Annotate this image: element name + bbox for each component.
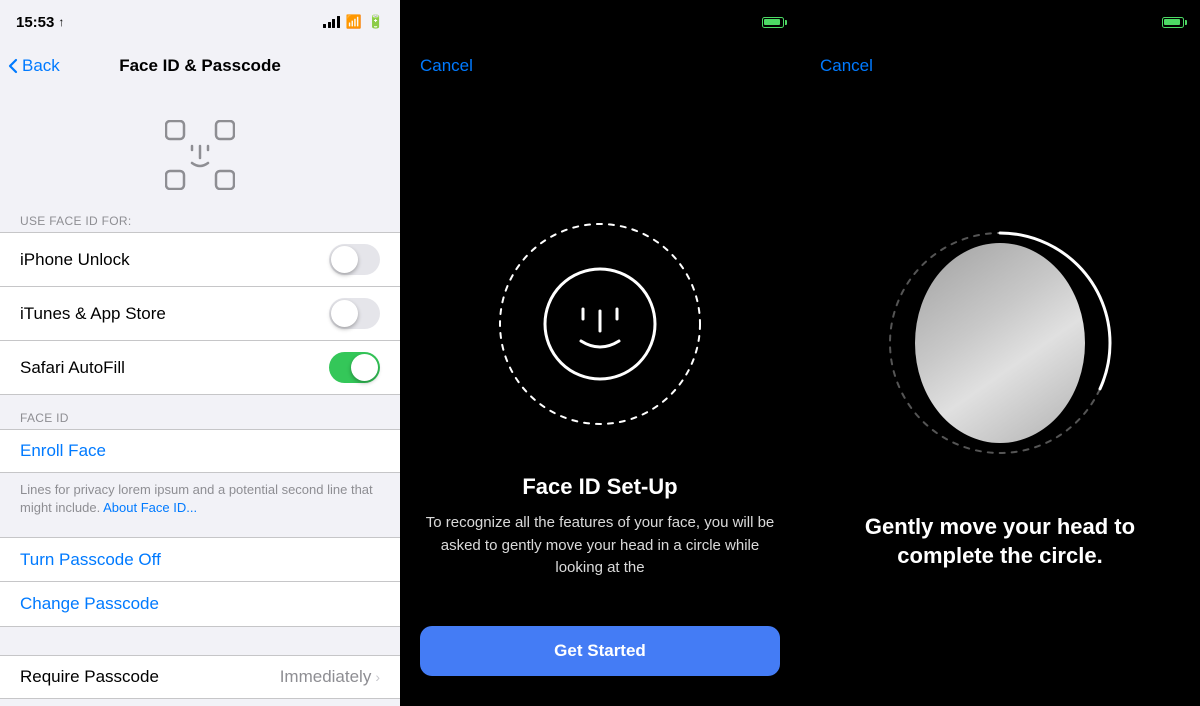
back-label: Back	[22, 56, 60, 76]
scan-body: Gently move your head to complete the ci…	[800, 88, 1200, 706]
setup-description: To recognize all the features of your fa…	[420, 512, 780, 580]
back-button[interactable]: Back	[8, 56, 60, 76]
status-time: 15:53	[16, 14, 54, 31]
scan-panel: Cancel Gently move your head to complete…	[800, 0, 1200, 706]
chevron-left-icon	[8, 58, 18, 74]
face-oval	[915, 243, 1085, 443]
scan-oval-graphic	[880, 223, 1120, 463]
dark-status-bar	[400, 0, 800, 44]
settings-panel: 15:53 ↑ 📶 🔋 Back Face ID & Passcode	[0, 0, 400, 706]
enroll-face-label[interactable]: Enroll Face	[20, 441, 106, 461]
setup-nav: Cancel	[400, 44, 800, 88]
scan-nav: Cancel	[800, 44, 1200, 88]
change-passcode-label[interactable]: Change Passcode	[20, 594, 159, 614]
status-bar: 15:53 ↑ 📶 🔋	[0, 0, 400, 44]
setup-title: Face ID Set-Up	[522, 474, 677, 500]
battery-icon: 🔋	[368, 14, 384, 30]
face-icon-svg	[535, 259, 665, 389]
face-id-icon-section	[0, 96, 400, 206]
iphone-unlock-row: iPhone Unlock	[0, 233, 400, 287]
require-passcode-row[interactable]: Require Passcode Immediately ›	[0, 655, 400, 699]
setup-panel: Cancel Face ID Set-Up To recognize all t…	[400, 0, 800, 706]
passcode-links-group: Turn Passcode Off Change Passcode	[0, 537, 400, 627]
scan-status-bar	[800, 0, 1200, 44]
use-face-id-label: USE FACE ID FOR:	[0, 206, 400, 232]
itunes-appstore-label: iTunes & App Store	[20, 304, 166, 324]
battery-fill	[764, 19, 780, 25]
passcode-value: Immediately ›	[280, 667, 380, 687]
use-face-id-section: USE FACE ID FOR: iPhone Unlock iTunes & …	[0, 206, 400, 395]
location-icon: ↑	[58, 15, 64, 29]
scan-instruction: Gently move your head to complete the ci…	[820, 513, 1180, 570]
toggle-thumb	[351, 354, 378, 381]
battery-tip	[1185, 20, 1188, 25]
safari-autofill-row: Safari AutoFill	[0, 341, 400, 394]
face-id-icon	[165, 120, 235, 190]
get-started-button[interactable]: Get Started	[420, 626, 780, 676]
status-icons: 📶 🔋	[323, 14, 384, 30]
face-id-section: FACE ID Enroll Face Lines for privacy lo…	[0, 403, 400, 529]
toggle-group: iPhone Unlock iTunes & App Store Safari …	[0, 232, 400, 395]
signal-icon	[323, 16, 340, 28]
itunes-appstore-row: iTunes & App Store	[0, 287, 400, 341]
iphone-unlock-toggle[interactable]	[329, 244, 380, 275]
battery-container	[762, 17, 784, 28]
face-scan-graphic	[490, 214, 710, 434]
chevron-right-icon: ›	[375, 669, 380, 685]
safari-autofill-toggle[interactable]	[329, 352, 380, 383]
battery-container	[1162, 17, 1184, 28]
toggle-thumb	[331, 246, 358, 273]
passcode-section: Turn Passcode Off Change Passcode	[0, 537, 400, 627]
iphone-unlock-label: iPhone Unlock	[20, 250, 130, 270]
setup-body: Face ID Set-Up To recognize all the feat…	[400, 88, 800, 706]
turn-passcode-off-label[interactable]: Turn Passcode Off	[20, 550, 161, 570]
cancel-button[interactable]: Cancel	[820, 56, 873, 76]
battery-fill	[1164, 19, 1180, 25]
get-started-label: Get Started	[554, 641, 646, 661]
settings-content: USE FACE ID FOR: iPhone Unlock iTunes & …	[0, 88, 400, 706]
page-title: Face ID & Passcode	[119, 56, 281, 76]
enroll-face-row[interactable]: Enroll Face	[0, 429, 400, 473]
battery-icon	[762, 17, 784, 28]
face-id-section-label: FACE ID	[0, 403, 400, 429]
battery-icon	[1162, 17, 1184, 28]
turn-passcode-off-row[interactable]: Turn Passcode Off	[0, 538, 400, 582]
about-face-id-link[interactable]: About Face ID...	[103, 500, 197, 515]
change-passcode-row[interactable]: Change Passcode	[0, 582, 400, 626]
battery-tip	[785, 20, 788, 25]
itunes-appstore-toggle[interactable]	[329, 298, 380, 329]
require-passcode-label: Require Passcode	[20, 667, 159, 687]
navigation-bar: Back Face ID & Passcode	[0, 44, 400, 88]
cancel-button[interactable]: Cancel	[420, 56, 473, 76]
wifi-icon: 📶	[346, 14, 362, 30]
safari-autofill-label: Safari AutoFill	[20, 358, 125, 378]
face-id-description: Lines for privacy lorem ipsum and a pote…	[0, 473, 400, 529]
toggle-thumb	[331, 300, 358, 327]
